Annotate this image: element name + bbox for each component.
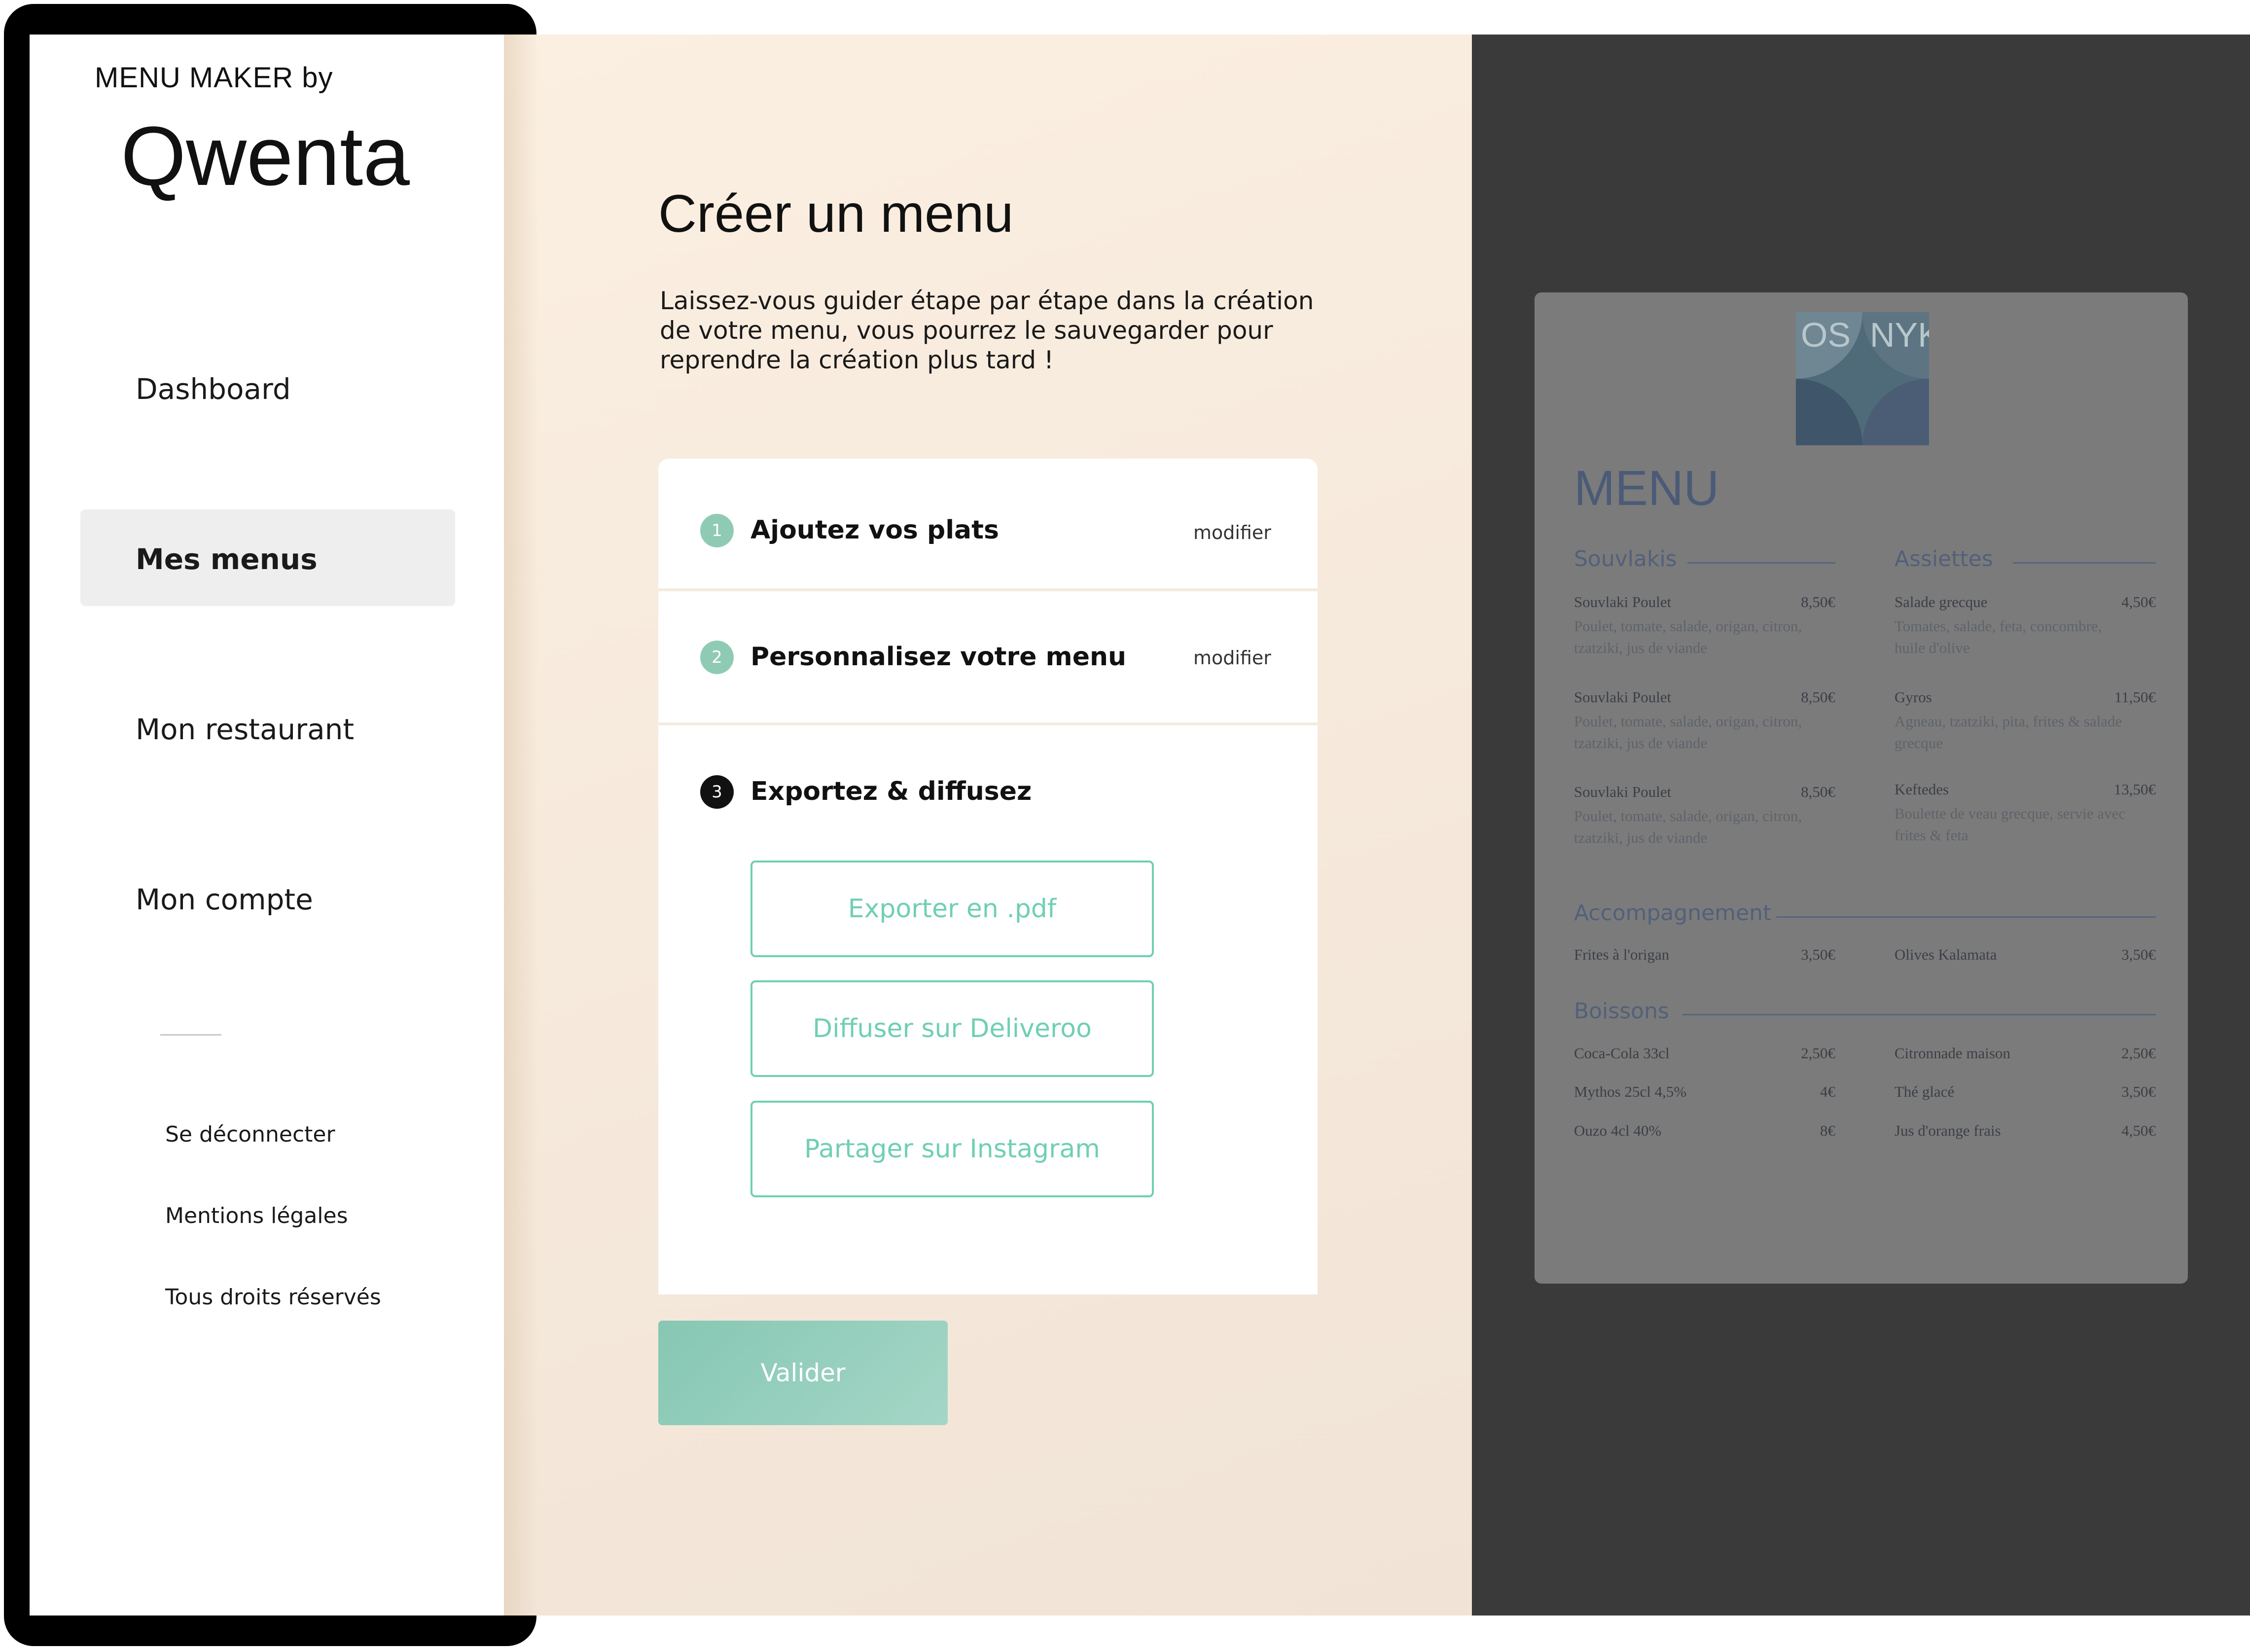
menu-item-price: 8,50€ [1801, 593, 1835, 611]
brand-prefix: MENU MAKER by [95, 62, 333, 94]
main-shadow [504, 35, 538, 1616]
menu-item-desc: Tomates, salade, feta, concombre, huile … [1894, 617, 2102, 656]
nav-item-dashboard[interactable]: Dashboard [136, 372, 291, 406]
restaurant-logo: OS NYK [1796, 312, 1929, 445]
step-separator [658, 588, 1318, 591]
menu-heading: MENU [1574, 461, 1719, 516]
menu-item-price: 11,50€ [2114, 688, 2156, 706]
step-1-edit-link[interactable]: modifier [1193, 522, 1271, 543]
menu-item-name: Coca-Cola 33cl [1574, 1044, 1670, 1062]
instagram-share-button[interactable]: Partager sur Instagram [750, 1101, 1154, 1197]
menu-item-name: Jus d'orange frais [1894, 1122, 2001, 1139]
step-1-badge: 1 [700, 514, 734, 547]
page-title: Créer un menu [658, 183, 1014, 243]
menu-preview-card: OS NYK MENU Souvlakis Souvlaki Poulet 8,… [1535, 292, 2188, 1284]
step-2-edit-link[interactable]: modifier [1193, 647, 1271, 669]
menu-item-name: Keftedes [1894, 781, 1949, 798]
section-rule [2013, 562, 2156, 564]
step-1-title: Ajoutez vos plats [750, 515, 999, 545]
menu-item-name: Souvlaki Poulet [1574, 783, 1672, 800]
menu-item-price: 2,50€ [1801, 1044, 1835, 1062]
menu-item-desc: Agneau, tzatziki, pita, frites & salade … [1894, 713, 2122, 752]
menu-item-name: Souvlaki Poulet [1574, 593, 1672, 611]
svg-text:OS: OS [1801, 316, 1851, 354]
menu-item-desc: Boulette de veau grecque, servie avec fr… [1894, 805, 2126, 844]
sidebar [30, 35, 504, 1616]
menu-item-name: Salade grecque [1894, 593, 1988, 611]
rights-link[interactable]: Tous droits réservés [165, 1285, 381, 1310]
menu-item-price: 13,50€ [2113, 781, 2156, 798]
menu-item-desc: Poulet, tomate, salade, origan, citron, … [1574, 713, 1802, 752]
menu-item-name: Citronnade maison [1894, 1044, 2011, 1062]
qwenta-logo: Qwenta [121, 116, 410, 203]
page-description: Laissez-vous guider étape par étape dans… [660, 287, 1314, 374]
menu-item-price: 8,50€ [1801, 783, 1835, 800]
menu-item-price: 2,50€ [2121, 1044, 2156, 1062]
export-pdf-button[interactable]: Exporter en .pdf [750, 861, 1154, 957]
menu-item-price: 4€ [1820, 1083, 1835, 1100]
legal-link[interactable]: Mentions légales [165, 1203, 348, 1228]
menu-item-name: Ouzo 4cl 40% [1574, 1122, 1662, 1139]
step-3-title: Exportez & diffusez [750, 777, 1032, 806]
deliveroo-button[interactable]: Diffuser sur Deliveroo [750, 980, 1154, 1077]
menu-item-name: Frites à l'origan [1574, 946, 1670, 963]
svg-text:NYK: NYK [1870, 316, 1929, 354]
menu-item-price: 4,50€ [2121, 1122, 2156, 1139]
logout-link[interactable]: Se déconnecter [165, 1122, 335, 1147]
menu-item-name: Mythos 25cl 4,5% [1574, 1083, 1687, 1100]
nav-item-mon-compte[interactable]: Mon compte [136, 883, 313, 916]
menu-section-title: Accompagnement [1574, 900, 1772, 926]
menu-item-name: Olives Kalamata [1894, 946, 1997, 963]
menu-item-name: Souvlaki Poulet [1574, 688, 1672, 706]
menu-item-name: Thé glacé [1894, 1083, 1955, 1100]
menu-item-price: 3,50€ [2121, 946, 2156, 963]
section-rule [1776, 916, 2156, 918]
menu-item-desc: Poulet, tomate, salade, origan, citron, … [1574, 807, 1802, 846]
step-3-badge: 3 [700, 775, 734, 809]
menu-item-name: Gyros [1894, 688, 1932, 706]
menu-section-title: Boissons [1574, 999, 1669, 1024]
menu-item-price: 3,50€ [2121, 1083, 2156, 1100]
section-rule [1687, 562, 1835, 564]
step-2-title: Personnalisez votre menu [750, 642, 1127, 672]
menu-item-price: 8,50€ [1801, 688, 1835, 706]
step-2-badge: 2 [700, 641, 734, 674]
validate-button[interactable]: Valider [658, 1321, 948, 1425]
step-separator [658, 722, 1318, 725]
menu-section-title: Assiettes [1894, 546, 1993, 572]
menu-item-price: 8€ [1820, 1122, 1835, 1139]
svg-text:Qwenta: Qwenta [121, 116, 410, 203]
menu-item-desc: Poulet, tomate, salade, origan, citron, … [1574, 617, 1802, 656]
nav-item-mon-restaurant[interactable]: Mon restaurant [136, 713, 354, 746]
menu-item-price: 3,50€ [1801, 946, 1835, 963]
section-rule [1682, 1014, 2156, 1015]
menu-section-title: Souvlakis [1574, 546, 1677, 572]
nav-item-mes-menus[interactable]: Mes menus [136, 542, 318, 576]
nav-divider [160, 1034, 221, 1036]
menu-item-price: 4,50€ [2121, 593, 2156, 611]
